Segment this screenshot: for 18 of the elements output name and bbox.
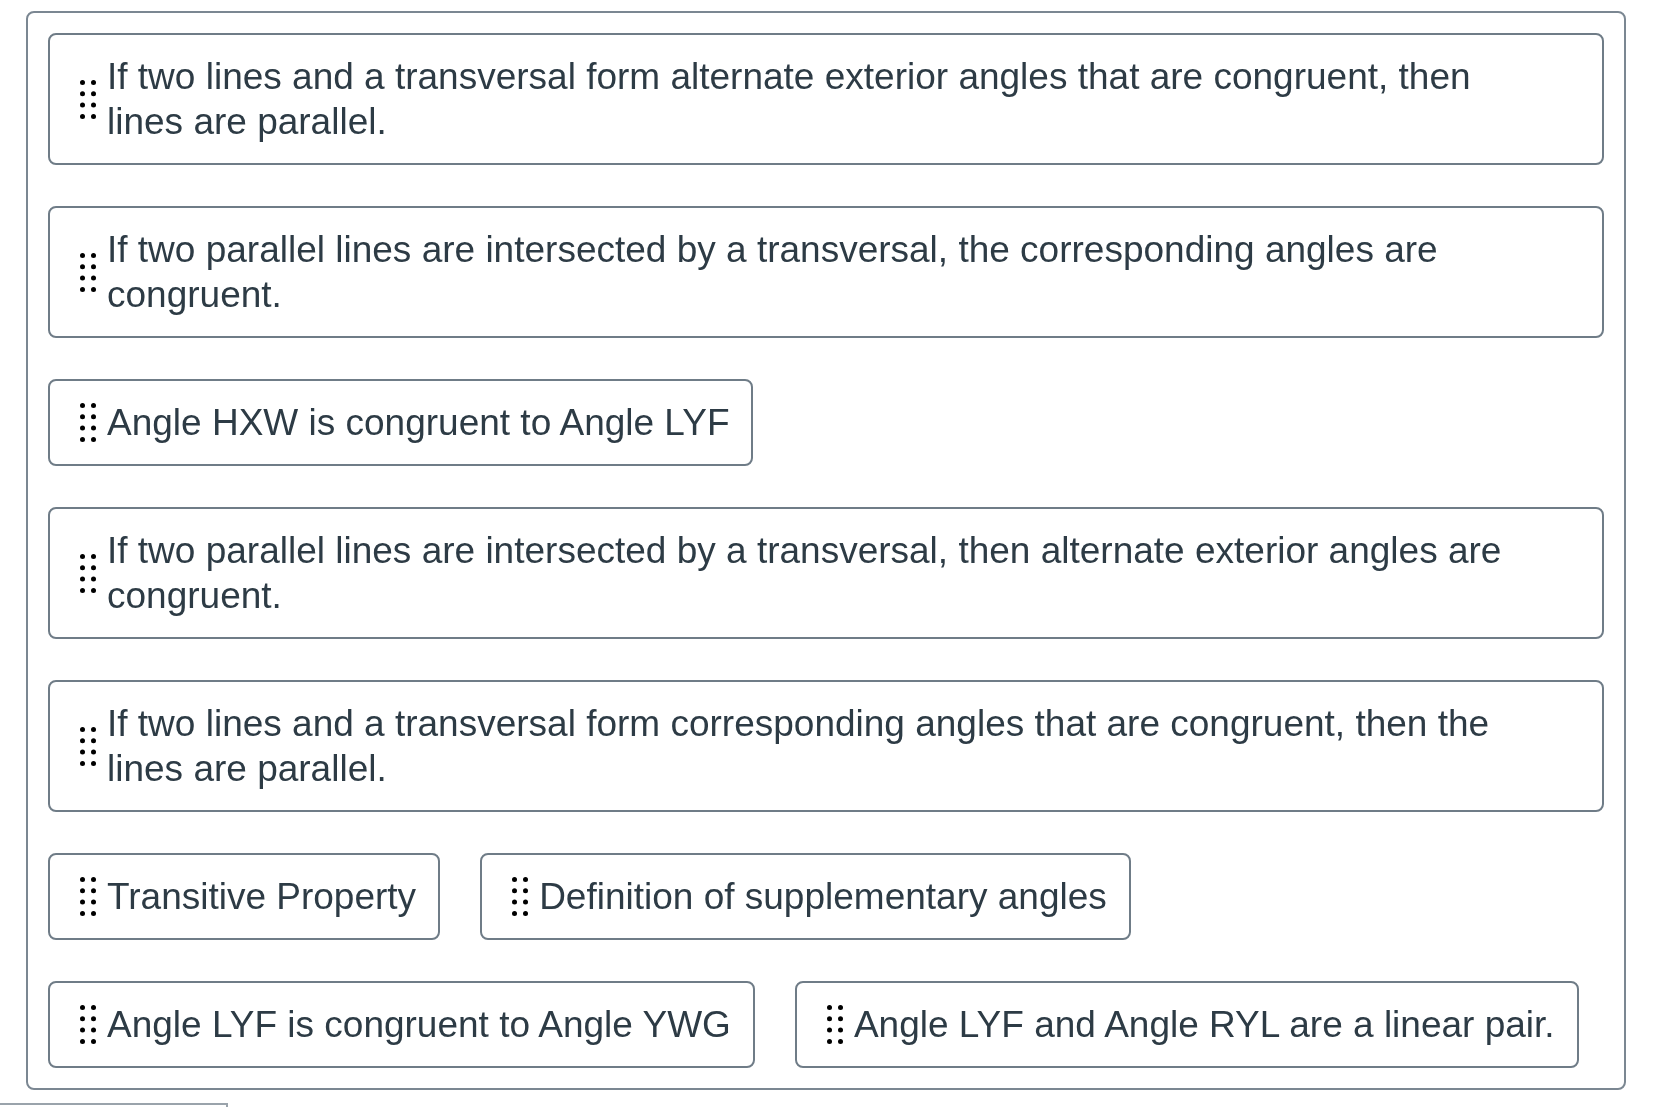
grip-icon [80,553,96,593]
answer-tile[interactable]: Angle LYF is congruent to Angle YWG [48,981,755,1068]
answer-tile[interactable]: Angle LYF and Angle RYL are a linear pair. [794,981,1579,1068]
answer-tile[interactable]: If two lines and a transversal form alternate exterior angles that are congruent, then lines are parallel. [48,33,1604,165]
grip-icon [80,252,96,292]
answer-tile[interactable]: If two lines and a transversal form corresponding angles that are congruent, then the lines are parallel. [48,680,1604,812]
grip-icon [80,726,96,766]
answer-tile[interactable]: If two parallel lines are intersected by a transversal, the corresponding angles are congruent. [48,206,1604,338]
grip-icon [80,79,96,119]
grip-icon [80,877,96,916]
grip-icon [512,877,529,916]
answer-tile[interactable]: Angle HXW is congruent to Angle LYF [48,379,754,466]
answer-tile[interactable]: If two parallel lines are intersected by a transversal, then alternate exterior angles are congruent. [48,507,1604,639]
answer-tile[interactable]: Transitive Property [48,853,441,940]
grip-icon [80,403,96,442]
grip-icon [826,1005,843,1044]
answer-tile[interactable]: Definition of supplementary angles [480,853,1131,940]
grip-icon [80,1005,96,1044]
